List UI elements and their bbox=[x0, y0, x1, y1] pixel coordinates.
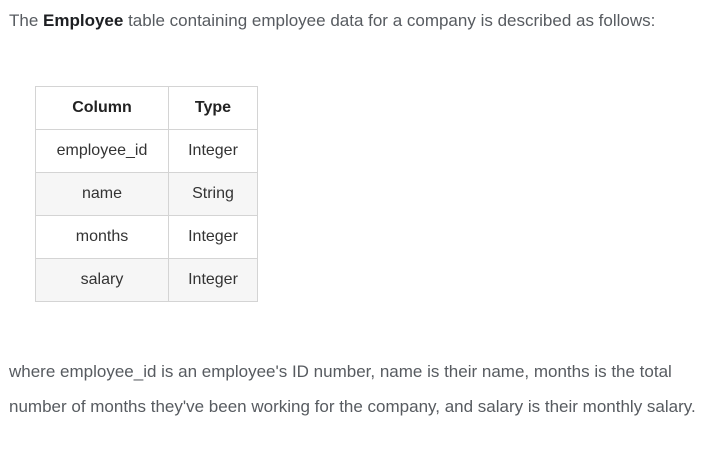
column-type-cell: Integer bbox=[168, 215, 258, 259]
column-name-cell: months bbox=[35, 215, 169, 259]
column-name-cell: salary bbox=[35, 258, 169, 302]
table-row: employee_id Integer bbox=[35, 129, 258, 173]
table-row: name String bbox=[35, 172, 258, 216]
table-header-row: Column Type bbox=[35, 86, 258, 130]
intro-suffix: table containing employee data for a com… bbox=[123, 11, 656, 30]
column-name-cell: employee_id bbox=[35, 129, 169, 173]
intro-sentence: The Employee table containing employee d… bbox=[9, 9, 655, 33]
intro-prefix: The bbox=[9, 11, 44, 30]
table-name: Employee bbox=[43, 11, 124, 30]
column-type-cell: Integer bbox=[168, 258, 258, 302]
column-type-cell: String bbox=[168, 172, 258, 216]
column-header: Column bbox=[35, 86, 169, 130]
table-row: months Integer bbox=[35, 215, 258, 259]
column-type-cell: Integer bbox=[168, 129, 258, 173]
description-paragraph: where employee_id is an employee's ID nu… bbox=[9, 362, 696, 416]
type-header: Type bbox=[168, 86, 258, 130]
column-name-cell: name bbox=[35, 172, 169, 216]
schema-table: Column Type employee_id Integer name Str… bbox=[35, 86, 258, 302]
table-row: salary Integer bbox=[35, 258, 258, 302]
